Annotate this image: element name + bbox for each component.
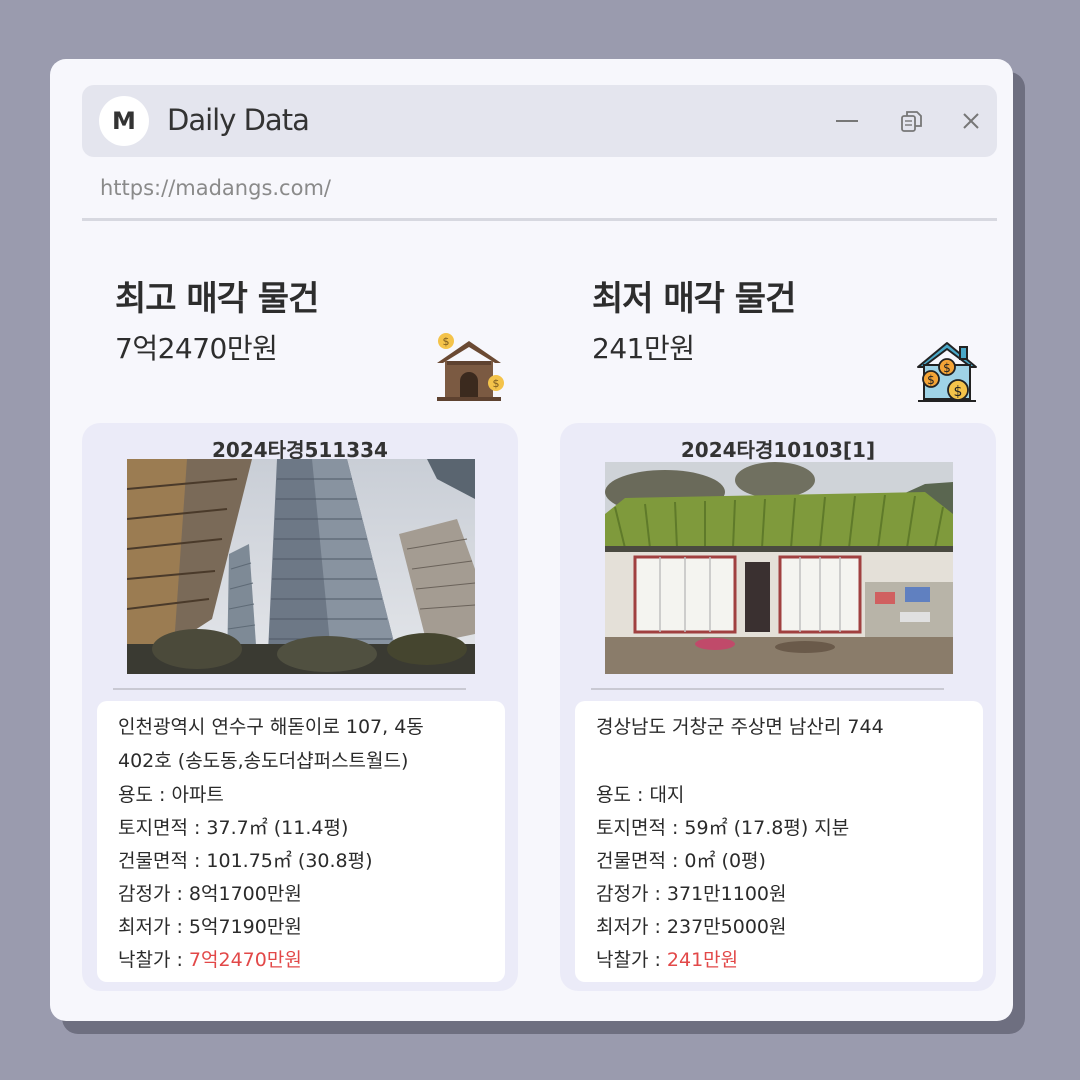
sold-price: 낙찰가 : 241만원 — [596, 945, 738, 972]
building-area: 건물면적 : 101.75㎡ (30.8평) — [118, 850, 373, 872]
sold-price-value: 241만원 — [666, 949, 739, 971]
svg-text:$: $ — [493, 377, 500, 390]
header-divider — [82, 218, 997, 221]
address-line-2: 402호 (송도동,송도더샵퍼스트월드) — [118, 750, 409, 772]
app-logo: M — [99, 96, 149, 146]
svg-text:$: $ — [927, 373, 935, 387]
url-text[interactable]: https://madangs.com/ — [100, 176, 331, 200]
highest-heading: 최고 매각 물건 — [115, 279, 319, 319]
minimum-price: 최저가 : 5억7190만원 — [118, 916, 302, 938]
app-window: M Daily Data https://madangs.com/ 최고 매각 … — [50, 59, 1013, 1021]
usage: 용도 : 아파트 — [118, 784, 224, 806]
highest-price: 7억2470만원 — [115, 332, 278, 365]
building-area: 건물면적 : 0㎡ (0평) — [596, 850, 766, 872]
restore-icon[interactable] — [894, 104, 928, 138]
case-number: 2024타경10103[1] — [680, 438, 876, 462]
sold-price-label: 낙찰가 : — [596, 949, 667, 971]
land-area: 토지면적 : 37.7㎡ (11.4평) — [118, 817, 349, 839]
sold-price-label: 낙찰가 : — [118, 949, 189, 971]
house-money-icon: $ $ — [437, 333, 504, 401]
sold-price: 낙찰가 : 7억2470만원 — [118, 945, 302, 972]
land-area: 토지면적 : 59㎡ (17.8평) 지분 — [596, 817, 850, 839]
address-line-1: 인천광역시 연수구 해돋이로 107, 4동 — [118, 716, 424, 738]
title-bar: M Daily Data — [82, 85, 997, 157]
info-panel: 인천광역시 연수구 해돋이로 107, 4동 402호 (송도동,송도더샵퍼스트… — [97, 701, 505, 982]
card-divider — [113, 688, 466, 690]
svg-text:$: $ — [443, 335, 450, 348]
appraisal-price: 감정가 : 8억1700만원 — [118, 883, 302, 905]
lowest-card[interactable]: 2024타경10103[1] 경상남도 거창군 주상면 남산리 744 용도:… — [560, 423, 996, 991]
minimum-price: 최저가 : 237만5000원 — [596, 916, 787, 938]
lowest-price: 241만원 — [592, 332, 695, 365]
app-title: Daily Data — [167, 103, 310, 137]
lowest-heading: 최저 매각 물건 — [592, 279, 796, 319]
svg-text:$: $ — [954, 384, 963, 400]
sold-price-value: 7억2470만원 — [188, 949, 302, 971]
appraisal-price: 감정가 : 371만1100원 — [596, 883, 787, 905]
card-divider — [591, 688, 944, 690]
old-tile-roof-house-photo — [605, 462, 953, 674]
house-coins-icon: $ $ $ — [917, 342, 977, 402]
usage: 용도 : 대지 — [596, 784, 685, 806]
svg-text:$: $ — [943, 361, 951, 375]
close-icon[interactable] — [954, 104, 988, 138]
info-panel: 경상남도 거창군 주상면 남산리 744 용도 : 대지 토지면적 : 59㎡ … — [575, 701, 983, 982]
highest-card[interactable]: 2024타경511334 인천광역시 연수구 해돋이로 107, 4동 402호… — [82, 423, 518, 991]
high-rise-apartment-photo — [127, 459, 475, 674]
address-line-1: 경상남도 거창군 주상면 남산리 744 — [596, 716, 884, 738]
minimize-icon[interactable] — [830, 104, 864, 138]
